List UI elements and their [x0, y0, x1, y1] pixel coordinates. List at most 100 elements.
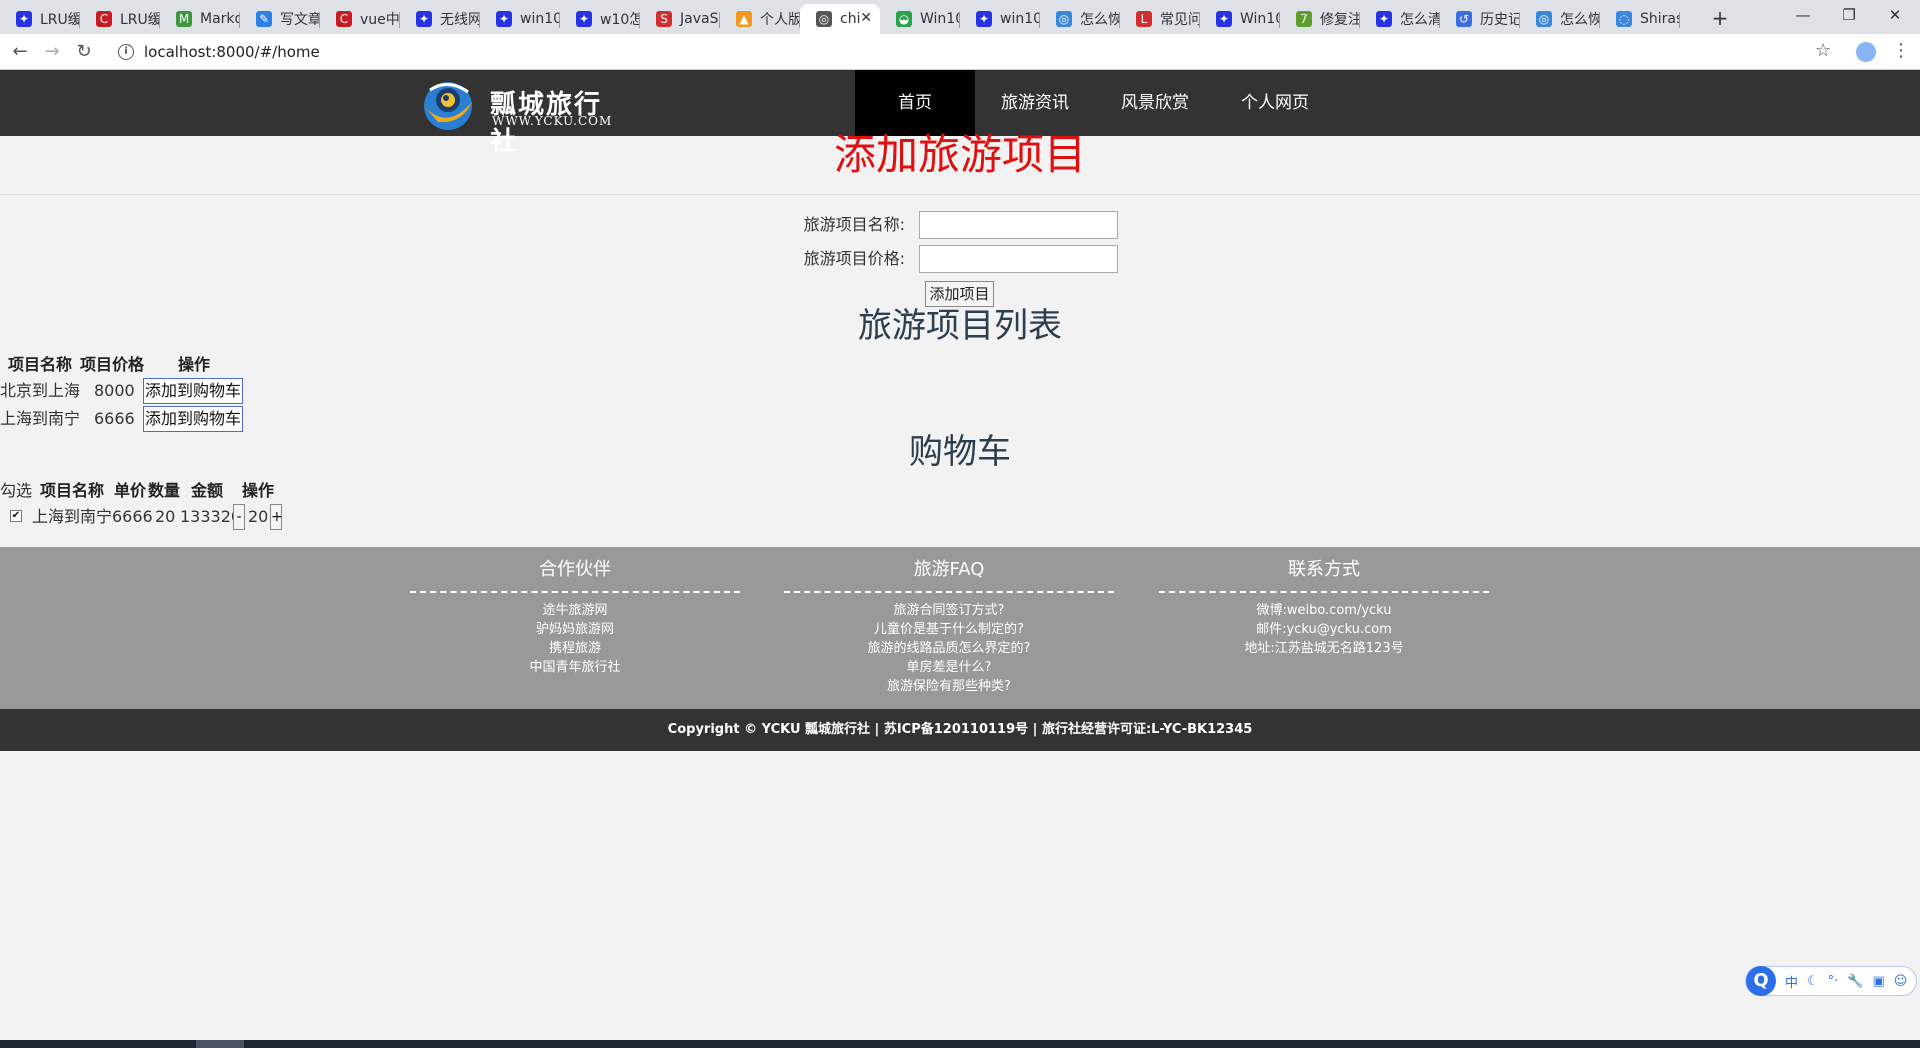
project-name-input[interactable]: [919, 211, 1118, 239]
browser-tab[interactable]: ▲ 个人版: [720, 4, 800, 34]
cart-header-select: 勾选: [0, 481, 33, 500]
baidu-paw-icon: ✦: [1376, 11, 1392, 27]
new-tab-button[interactable]: +: [1706, 4, 1734, 32]
site-info-icon[interactable]: i: [118, 44, 134, 60]
divider: [0, 194, 1920, 195]
project-name-label: 旅游项目名称:: [803, 215, 905, 234]
baidu-paw-icon: ✦: [496, 11, 512, 27]
footer-text: 微博:weibo.com/ycku: [1256, 603, 1392, 618]
browser-tab[interactable]: ↺ 历史记: [1440, 4, 1520, 34]
baidu-paw-icon: ✦: [416, 11, 432, 27]
footer-link[interactable]: 旅游合同签订方式?: [784, 601, 1114, 620]
add-project-heading: 添加旅游项目: [833, 130, 1086, 179]
profile-avatar-icon[interactable]: [1856, 42, 1876, 62]
browser-tab[interactable]: ◒ Win10: [880, 4, 960, 34]
cart-header-quantity: 数量: [148, 481, 181, 500]
footer-link[interactable]: 儿童价是基于什么制定的?: [784, 620, 1114, 639]
browser-tab[interactable]: ✦ win10: [960, 4, 1040, 34]
tab-title: 怎么清: [1400, 12, 1440, 28]
cart-item-price: 6666: [112, 507, 153, 526]
ime-logo-icon[interactable]: Q: [1746, 966, 1776, 996]
logo-emblem-icon: [424, 82, 472, 130]
history-icon: ↺: [1456, 11, 1472, 27]
browser-tab[interactable]: ◎ chi ✕: [800, 4, 880, 34]
markdown-icon: M: [176, 11, 192, 27]
close-window-icon[interactable]: ✕: [1872, 0, 1918, 30]
decrease-quantity-button[interactable]: -: [233, 504, 245, 530]
footer-link[interactable]: 携程旅游: [410, 639, 740, 658]
tab-title: 无线网: [440, 12, 480, 28]
add-to-cart-button[interactable]: 添加到购物车: [143, 378, 243, 404]
taskbar-item[interactable]: [196, 1040, 244, 1048]
tab-title: JavaScript: [680, 11, 720, 27]
browser-tab[interactable]: ✦ 无线网: [400, 4, 480, 34]
close-tab-icon[interactable]: ✕: [860, 10, 872, 26]
browser-tab[interactable]: ◌ Shiras: [1600, 4, 1680, 34]
browser-tab[interactable]: ✎ 写文章: [240, 4, 320, 34]
ime-mode-toggle[interactable]: 中: [1785, 972, 1798, 991]
footer-faq: 旅游FAQ 旅游合同签订方式? 儿童价是基于什么制定的? 旅游的线路品质怎么界定…: [784, 557, 1114, 696]
browser-tab[interactable]: 7 修复注: [1280, 4, 1360, 34]
flame-icon: ▲: [736, 11, 752, 27]
browser-tab[interactable]: ✦ Win10: [1200, 4, 1280, 34]
price-form-row: 旅游项目价格:: [0, 245, 1920, 273]
nav-travel-news[interactable]: 旅游资讯: [975, 70, 1095, 136]
address-url[interactable]: localhost:8000/#/home: [144, 43, 320, 61]
forward-arrow-icon[interactable]: →: [40, 40, 64, 64]
browser-tab[interactable]: Cvue中: [320, 4, 400, 34]
tab-title: vue中: [360, 12, 400, 28]
cart-item-quantity: 20: [155, 507, 176, 526]
bookmark-star-icon[interactable]: ☆: [1815, 40, 1831, 61]
cart-item-amount: 133320: [180, 507, 242, 526]
skin-icon[interactable]: ▣: [1873, 974, 1885, 989]
restore-icon[interactable]: ❐: [1826, 0, 1872, 30]
javascript-icon: S: [656, 11, 672, 27]
tab-title: Win10: [1240, 11, 1280, 27]
footer-link[interactable]: 驴妈妈旅游网: [410, 620, 740, 639]
project-row-price: 6666: [94, 409, 135, 428]
site-logo[interactable]: 瓢城旅行社 WWW.YCKU.COM: [422, 78, 613, 157]
wrench-icon[interactable]: 🔧: [1847, 974, 1863, 989]
moon-icon[interactable]: ☾: [1807, 974, 1819, 989]
ime-toolbar[interactable]: Q 中 ☾ °· 🔧 ▣ ☺: [1745, 966, 1917, 996]
minimize-icon[interactable]: —: [1780, 0, 1826, 30]
nav-scenery[interactable]: 风景欣赏: [1095, 70, 1215, 136]
browser-tab[interactable]: ✦ w10怎么: [560, 4, 640, 34]
footer-text: 邮件:ycku@ycku.com: [1256, 622, 1392, 637]
browser-tab[interactable]: M Markdown: [160, 4, 240, 34]
reload-icon[interactable]: ↻: [72, 40, 96, 64]
browser-tab[interactable]: C LRU缓存: [80, 4, 160, 34]
smile-icon[interactable]: ☺: [1894, 974, 1908, 989]
browser-menu-icon[interactable]: ⋮: [1892, 40, 1910, 61]
browser-tab[interactable]: ✦ 怎么清: [1360, 4, 1440, 34]
footer-link[interactable]: 途牛旅游网: [410, 601, 740, 620]
logo-url: WWW.YCKU.COM: [492, 114, 613, 128]
browser-tab[interactable]: ✦ LRU缓存: [0, 4, 80, 34]
browser-tab[interactable]: ◎ 怎么恢: [1520, 4, 1600, 34]
footer-link[interactable]: 旅游的线路品质怎么界定的?: [784, 639, 1114, 658]
footer-link[interactable]: 旅游保险有那些种类?: [784, 677, 1114, 696]
footer-faq-title: 旅游FAQ: [784, 557, 1114, 593]
address-bar[interactable]: i localhost:8000/#/home: [110, 38, 1810, 66]
footer-link[interactable]: 单房差是什么?: [784, 658, 1114, 677]
browser-tab[interactable]: ◎ 怎么恢: [1040, 4, 1120, 34]
project-price-input[interactable]: [919, 245, 1118, 273]
col-header-name: 项目名称: [8, 355, 73, 374]
punctuation-icon[interactable]: °·: [1828, 974, 1839, 989]
name-form-row: 旅游项目名称:: [0, 211, 1920, 239]
increase-quantity-button[interactable]: +: [270, 504, 283, 530]
main-nav: 首页 旅游资讯 风景欣赏 个人网页: [855, 70, 1335, 136]
back-arrow-icon[interactable]: ←: [8, 40, 32, 64]
browser-tab[interactable]: S JavaScript: [640, 4, 720, 34]
nav-personal-page[interactable]: 个人网页: [1215, 70, 1335, 136]
nav-home[interactable]: 首页: [855, 70, 975, 136]
browser-tab[interactable]: L 常见问: [1120, 4, 1200, 34]
cart-header-price: 单价: [114, 481, 147, 500]
footer-link[interactable]: 中国青年旅行社: [410, 658, 740, 677]
cart-heading: 购物车: [909, 432, 1011, 472]
tab-title: 怎么恢: [1080, 12, 1120, 28]
tab-title: 个人版: [760, 12, 800, 28]
cart-item-checkbox[interactable]: ✔: [10, 510, 22, 522]
add-to-cart-button[interactable]: 添加到购物车: [143, 406, 243, 432]
browser-tab[interactable]: ✦ win10: [480, 4, 560, 34]
